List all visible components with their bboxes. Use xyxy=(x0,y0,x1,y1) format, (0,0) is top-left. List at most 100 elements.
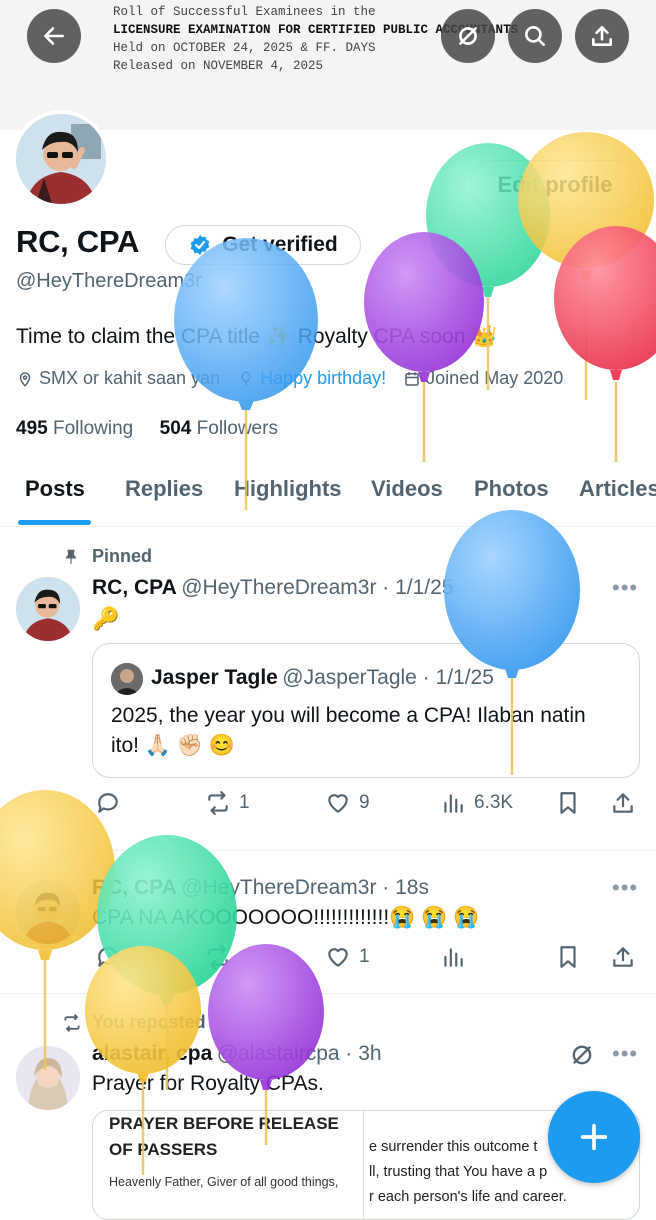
grok-icon xyxy=(572,1045,592,1065)
get-verified-button[interactable]: Get verified xyxy=(165,225,361,265)
followers-link[interactable]: 504 Followers xyxy=(160,418,278,439)
share-button[interactable] xyxy=(610,790,636,816)
avatar-photo xyxy=(111,663,143,695)
avatar-illustration xyxy=(16,880,80,944)
grok-button[interactable] xyxy=(441,9,495,63)
post-avatar[interactable] xyxy=(16,577,80,641)
post-divider xyxy=(0,993,656,994)
bookmark-icon xyxy=(560,792,576,814)
post-more-button[interactable]: ••• xyxy=(612,875,638,901)
post-handle-time: @HeyThereDream3r · 1/1/25 xyxy=(181,576,454,599)
quote-handle-time: @JasperTagle · 1/1/25 xyxy=(282,666,494,689)
edit-profile-button[interactable]: Edit profile xyxy=(470,160,640,210)
repost-count: 1 xyxy=(239,792,250,813)
prayer-body: Heavenly Father, Giver of all good thing… xyxy=(109,1175,339,1189)
birthday-item[interactable]: Happy birthday! xyxy=(237,368,386,389)
balloon-red xyxy=(554,226,656,462)
search-button[interactable] xyxy=(508,9,562,63)
post-text: Prayer for Royalty CPAs. xyxy=(92,1072,324,1095)
tab-articles[interactable]: Articles xyxy=(579,476,656,502)
post-handle-time: @alastaircpa · 3h xyxy=(216,1042,382,1065)
card-split xyxy=(363,1111,364,1219)
reply-icon xyxy=(98,793,118,813)
profile-meta-row: SMX or kahit saan yan Happy birthday! Jo… xyxy=(16,368,580,389)
pinned-indicator: Pinned xyxy=(62,546,152,567)
tab-photos[interactable]: Photos xyxy=(474,476,549,502)
arrow-left-icon xyxy=(44,27,64,45)
quoted-post-card[interactable]: Jasper Tagle @JasperTagle · 1/1/25 2025,… xyxy=(92,643,640,778)
post-handle-time: @HeyThereDream3r · 18s xyxy=(181,876,429,899)
share-icon xyxy=(613,947,633,967)
get-verified-label: Get verified xyxy=(222,233,338,256)
reply-button[interactable] xyxy=(95,944,121,970)
grok-icon xyxy=(459,27,477,45)
post-avatar[interactable] xyxy=(16,880,80,944)
avatar-illustration xyxy=(16,577,80,641)
heart-icon xyxy=(328,948,348,967)
views-icon xyxy=(444,794,463,813)
location-pin-icon xyxy=(19,371,31,387)
post-divider xyxy=(0,850,656,851)
views-button[interactable]: 6.3K xyxy=(440,790,513,816)
post-actions: 1 9 6.3K xyxy=(95,790,640,820)
share-button[interactable] xyxy=(610,944,636,970)
share-profile-button[interactable] xyxy=(575,9,629,63)
profile-avatar[interactable] xyxy=(12,110,110,208)
following-link[interactable]: 495 Following xyxy=(16,418,133,439)
post-more-button[interactable]: ••• xyxy=(612,1041,638,1067)
quote-text-line2: ito! 🙏🏻 ✊🏻 😊 xyxy=(111,734,235,757)
tab-highlights[interactable]: Highlights xyxy=(234,476,342,502)
like-count: 9 xyxy=(359,792,370,813)
tab-videos[interactable]: Videos xyxy=(371,476,443,502)
bookmark-button[interactable] xyxy=(555,790,581,816)
follow-counts: 495 Following 504 Followers xyxy=(16,418,278,440)
post-header: RC, CPA @HeyThereDream3r · 1/1/25 xyxy=(92,576,454,600)
prayer-right-text: e surrender this outcome t ll, trusting … xyxy=(369,1139,567,1205)
bookmark-icon xyxy=(560,946,576,968)
birthday-link[interactable]: Happy birthday! xyxy=(260,368,386,389)
calendar-icon xyxy=(405,371,419,386)
repost-label: You reposted xyxy=(92,1012,206,1032)
repost-indicator: You reposted xyxy=(62,1012,206,1033)
like-button[interactable]: 9 xyxy=(325,790,370,816)
quote-text-line1: 2025, the year you will become a CPA! Il… xyxy=(111,704,586,727)
views-icon xyxy=(444,948,463,967)
prayer-title: PRAYER BEFORE RELEASE OF PASSERS xyxy=(109,1114,339,1159)
like-count: 1 xyxy=(359,946,370,967)
quote-author-name: Jasper Tagle xyxy=(151,666,278,689)
profile-bio: Time to claim the CPA title ✨ Royalty CP… xyxy=(16,325,498,348)
post-more-button[interactable]: ••• xyxy=(612,575,638,601)
views-count: 6.3K xyxy=(474,792,514,813)
share-icon xyxy=(592,26,612,46)
tab-replies[interactable]: Replies xyxy=(125,476,203,502)
heart-icon xyxy=(328,794,348,813)
back-button[interactable] xyxy=(27,9,81,63)
tab-posts[interactable]: Posts xyxy=(25,476,85,502)
search-icon xyxy=(525,26,545,46)
post-author-name[interactable]: RC, CPA xyxy=(92,876,177,899)
plus-icon xyxy=(580,1123,608,1151)
repost-button[interactable]: 1 xyxy=(205,790,250,816)
post-avatar[interactable] xyxy=(16,1046,80,1110)
location-text: SMX or kahit saan yan xyxy=(39,368,221,388)
bookmark-button[interactable] xyxy=(555,944,581,970)
post-author-name[interactable]: alastair, cpa xyxy=(92,1042,212,1065)
balloon-icon xyxy=(241,371,251,386)
post-header: alastair, cpa @alastaircpa · 3h xyxy=(92,1042,382,1066)
verified-badge-icon xyxy=(190,235,210,255)
location-item: SMX or kahit saan yan xyxy=(16,368,220,389)
active-tab-indicator xyxy=(18,520,91,525)
views-button[interactable] xyxy=(440,944,466,970)
post-text: 🔑 xyxy=(92,606,120,631)
reply-icon xyxy=(98,947,118,967)
grok-post-button[interactable] xyxy=(568,1041,596,1074)
reply-button[interactable] xyxy=(95,790,121,816)
post-author-name[interactable]: RC, CPA xyxy=(92,576,177,599)
post-text: CPA NA AKOOOOOOO!!!!!!!!!!!!!😭 😭 😭 xyxy=(92,906,480,929)
repost-icon xyxy=(64,1013,80,1032)
compose-post-button[interactable] xyxy=(548,1091,640,1183)
quote-avatar xyxy=(111,663,143,695)
joined-item: Joined May 2020 xyxy=(403,368,563,389)
repost-button[interactable] xyxy=(205,944,231,970)
like-button[interactable]: 1 xyxy=(325,944,370,970)
